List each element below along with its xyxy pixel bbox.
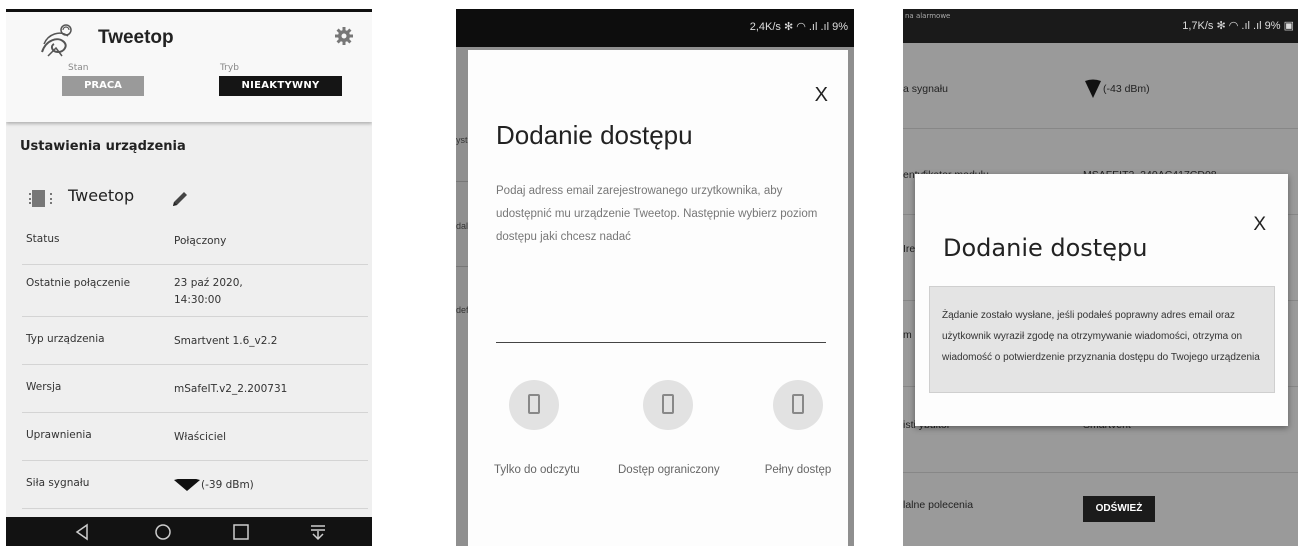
info-row-last-connection: Ostatnie połączenie 23 paź 2020, 14:30:00	[22, 265, 368, 317]
android-nav-bar	[6, 517, 372, 546]
info-value-date: 23 paź 2020,	[174, 277, 243, 289]
confirmation-dialog: X Dodanie dostępu Żądanie zostało wysłan…	[915, 174, 1288, 426]
row-key: lalne polecenia	[903, 499, 974, 511]
app-header: Tweetop Stan Tryb PRACA NIEAKTYWNY	[6, 12, 372, 122]
info-row-permissions: Uprawnienia Właściciel	[22, 413, 368, 461]
read-only-circle[interactable]	[509, 380, 559, 430]
info-key: Status	[26, 233, 60, 245]
device-chip-icon	[29, 190, 52, 207]
info-key: Wersja	[26, 381, 62, 393]
info-key: Typ urządzenia	[26, 333, 105, 345]
option-label: Tylko do odczytu	[494, 464, 580, 476]
recents-icon[interactable]	[231, 522, 251, 542]
info-key: Siła sygnału	[26, 477, 90, 489]
status-bar-left-text: na alarmowe	[905, 12, 951, 20]
device-name: Tweetop	[68, 186, 135, 205]
full-access-circle[interactable]	[773, 380, 823, 430]
phone-settings-icon	[792, 394, 804, 414]
full-access-option[interactable]: Pełny dostęp	[758, 380, 838, 476]
close-button[interactable]: X	[815, 84, 828, 107]
phone-lock-icon	[528, 394, 540, 414]
divider	[456, 181, 468, 182]
dialog-description: Podaj adress email zarejestrowanego urzy…	[496, 185, 818, 243]
row-value: (-43 dBm)	[1083, 79, 1150, 99]
pencil-icon[interactable]	[170, 189, 190, 209]
tryb-badge[interactable]: NIEAKTYWNY	[219, 76, 342, 96]
tryb-label: Tryb	[220, 63, 239, 73]
status-bar-text: 1,7K/s ✻ ◠ .ıl .ıl 9% ▣	[1182, 20, 1294, 32]
status-bar: 2,4K/s ✻ ◠ .ıl .ıl 9%	[456, 9, 854, 47]
phone-icon	[662, 394, 674, 414]
info-row-status: Status Połączony	[22, 217, 368, 265]
info-key: Uprawnienia	[26, 429, 92, 441]
info-row-signal: Siła sygnału (-39 dBm)	[22, 461, 368, 509]
home-icon[interactable]	[153, 522, 173, 542]
device-info-list: Status Połączony Ostatnie połączenie 23 …	[22, 217, 368, 509]
info-value: Właściciel	[174, 431, 227, 443]
gear-icon[interactable]	[334, 26, 354, 46]
tweetop-logo-icon	[41, 24, 72, 57]
access-confirmation-screen: na alarmowe 1,7K/s ✻ ◠ .ıl .ıl 9% ▣ a sy…	[903, 9, 1298, 546]
status-bar: na alarmowe 1,7K/s ✻ ◠ .ıl .ıl 9% ▣	[903, 9, 1298, 43]
signal-value: (-39 dBm)	[201, 479, 254, 491]
add-access-dialog: X Dodanie dostępu Podaj adress email zar…	[468, 50, 848, 546]
app-name: Tweetop	[98, 27, 174, 48]
confirmation-message: Żądanie zostało wysłane, jeśli podałeś p…	[929, 286, 1275, 393]
divider	[456, 266, 468, 267]
signal-value: (-43 dBm)	[1103, 82, 1150, 95]
status-bar-text: 2,4K/s ✻ ◠ .ıl .ıl 9%	[749, 21, 848, 33]
close-button[interactable]: X	[1253, 214, 1266, 236]
stan-badge: PRACA	[62, 76, 144, 96]
info-key: Ostatnie połączenie	[26, 277, 131, 289]
info-value: mSafeIT.v2_2.200731	[174, 383, 288, 395]
device-settings-screen: Tweetop Stan Tryb PRACA NIEAKTYWNY Ustaw…	[6, 9, 372, 546]
dialog-title: Dodanie dostępu	[943, 234, 1148, 262]
row-key: m	[903, 329, 912, 341]
back-icon[interactable]	[72, 522, 92, 542]
email-input[interactable]	[496, 342, 826, 343]
info-row-device-type: Typ urządzenia Smartvent 1.6_v2.2	[22, 317, 368, 365]
limited-access-circle[interactable]	[643, 380, 693, 430]
info-row-version: Wersja mSafeIT.v2_2.200731	[22, 365, 368, 413]
row-key: a sygnału	[903, 83, 948, 95]
info-value: 23 paź 2020, 14:30:00	[174, 275, 243, 309]
option-label: Dostęp ograniczony	[618, 464, 720, 476]
signal-icon	[1085, 79, 1101, 98]
info-value: (-39 dBm)	[174, 477, 254, 494]
refresh-button[interactable]: ODŚWIEŻ	[1083, 496, 1155, 522]
background-row: a sygnału (-43 dBm)	[903, 43, 1298, 129]
stan-label: Stan	[68, 63, 89, 73]
option-label: Pełny dostęp	[764, 464, 832, 476]
dialog-title: Dodanie dostępu	[496, 120, 693, 150]
signal-icon	[174, 479, 200, 491]
add-access-screen: 2,4K/s ✻ ◠ .ıl .ıl 9% ystr dalı defi X D…	[456, 9, 854, 546]
info-value: Połączony	[174, 235, 227, 247]
section-title: Ustawienia urządzenia	[20, 139, 186, 154]
info-value: Smartvent 1.6_v2.2	[174, 335, 278, 347]
notifications-icon[interactable]	[308, 522, 328, 542]
read-only-option[interactable]: Tylko do odczytu	[494, 380, 580, 476]
info-value-time: 14:30:00	[174, 294, 222, 306]
limited-access-option[interactable]: Dostęp ograniczony	[618, 380, 720, 476]
